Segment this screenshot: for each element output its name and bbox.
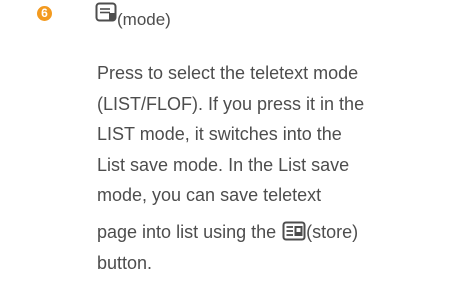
description-line: mode, you can save teletext (97, 185, 322, 206)
description-line: (LIST/FLOF). If you press it in the (97, 93, 365, 114)
mode-label: (mode) (117, 10, 171, 29)
item-description: Press to select the teletext mode (LIST/… (97, 58, 457, 278)
store-line-prefix: page into list using the (97, 221, 277, 242)
description-line: List save mode. In the List save (97, 154, 350, 175)
teletext-mode-icon (95, 2, 117, 22)
description-line: button. (97, 252, 153, 273)
item-heading: (mode) (95, 0, 171, 30)
description-line: page into list using the (store) (97, 217, 457, 248)
store-label: (store) (306, 221, 359, 242)
description-line: Press to select the teletext mode (97, 63, 359, 83)
description-line: LIST mode, it switches into the (97, 124, 342, 145)
teletext-store-icon (282, 220, 306, 241)
item-number-badge: 6 (37, 6, 52, 21)
